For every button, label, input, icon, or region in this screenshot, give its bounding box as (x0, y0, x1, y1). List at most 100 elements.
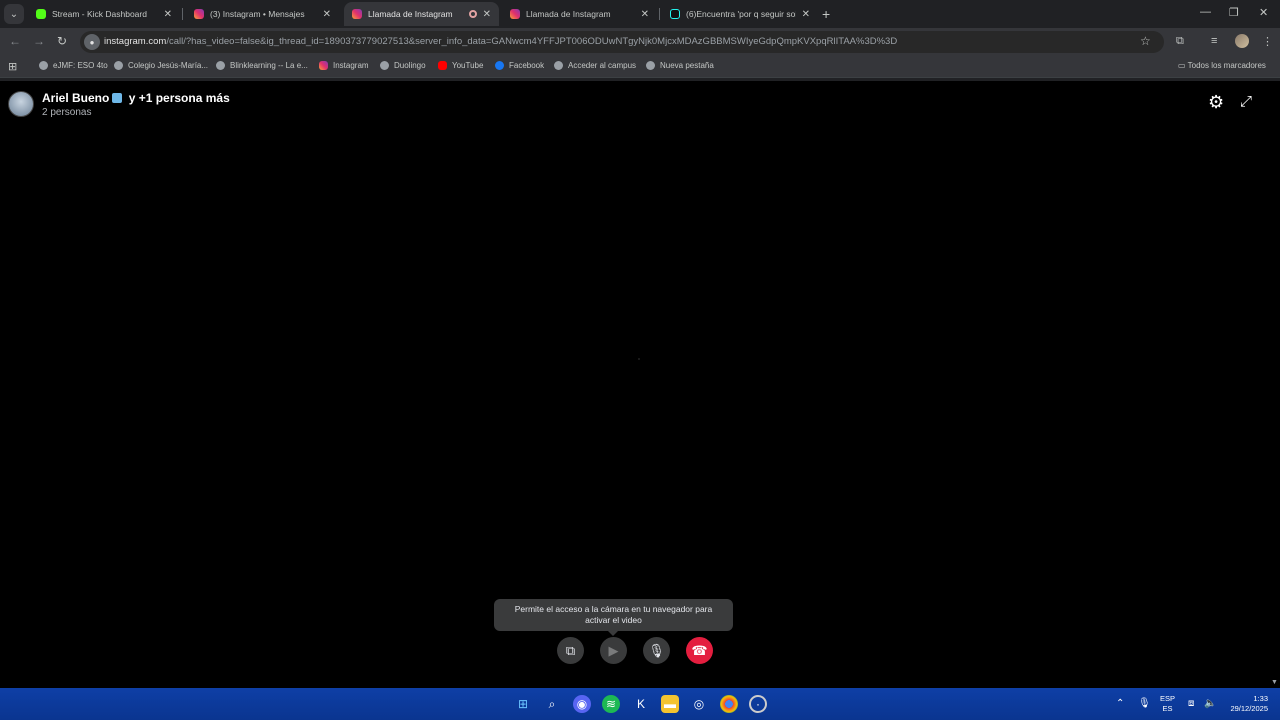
participant-count: 2 personas (42, 107, 92, 118)
tab-instagram-call[interactable]: Llamada de Instagram ✕ (502, 2, 657, 26)
tab-instagram-call-active[interactable]: Llamada de Instagram ✕ (344, 2, 499, 26)
recording-icon (468, 10, 477, 18)
bookmark-label: Duolingo (394, 61, 426, 70)
clock-time: 1:33 (1253, 694, 1268, 703)
globe-icon (114, 61, 123, 70)
system-clock[interactable]: 1:33 29/12/2025 (1222, 694, 1268, 714)
kick-app-icon[interactable]: K (632, 695, 650, 713)
cube-emoji-icon (112, 93, 123, 103)
youtube-icon (438, 61, 447, 70)
discord-icon[interactable]: ◉ (573, 695, 591, 713)
globe-icon (380, 61, 389, 70)
tab-search-chevron-icon[interactable]: ⌄ (4, 4, 24, 24)
bookmark-label: Colegio Jesús-María... (128, 61, 209, 70)
bookmark-label: Blinklearning -- La e... (230, 61, 308, 70)
instagram-icon (352, 9, 362, 19)
tab-separator (659, 8, 660, 20)
search-icon[interactable]: ⌕ (543, 695, 561, 713)
caller-name: Ariel Bueno (42, 91, 110, 105)
more-menu-icon[interactable]: ⋮ (1262, 35, 1273, 48)
chrome-icon[interactable] (720, 695, 738, 713)
bookmark-label: Nueva pestaña (660, 61, 714, 70)
microphone-button[interactable]: 🎙 (643, 637, 670, 664)
forward-arrow-icon[interactable]: → (33, 34, 45, 48)
scroll-down-arrow-icon[interactable]: ▼ (1271, 679, 1278, 686)
all-bookmarks-folder[interactable]: ▭ Todos los marcadores (1178, 61, 1266, 70)
tab-kick-dashboard[interactable]: Stream - Kick Dashboard ✕ (28, 2, 180, 26)
windows-start-icon[interactable]: ⊞ (514, 695, 532, 713)
globe-icon (554, 61, 563, 70)
close-icon[interactable]: ✕ (323, 9, 331, 20)
caller-suffix: y +1 persona más (128, 91, 230, 105)
screen-share-button[interactable]: ⧉ (557, 637, 584, 664)
bookmark-label: Acceder al campus (568, 61, 637, 70)
bookmark-youtube[interactable]: YouTube (438, 61, 483, 70)
facebook-icon (495, 61, 504, 70)
back-arrow-icon[interactable]: ← (9, 34, 21, 48)
fullscreen-expand-icon[interactable]: ⤢ (1240, 93, 1252, 110)
call-title: Ariel Bueno y +1 persona más (42, 91, 230, 105)
window-close-icon[interactable]: ✕ (1259, 6, 1268, 19)
instagram-icon (510, 9, 520, 19)
instagram-icon (319, 61, 328, 70)
spotify-icon[interactable]: ≋ (602, 695, 620, 713)
reload-icon[interactable]: ↻ (57, 34, 67, 48)
network-icon[interactable]: ⧈ (1188, 698, 1194, 709)
new-tab-plus-icon[interactable]: + (822, 6, 830, 22)
camera-off-icon: ▶ (608, 642, 619, 658)
bookmark-blinklearning[interactable]: Blinklearning -- La e... (216, 61, 308, 70)
settings-gear-icon[interactable]: ⚙ (1208, 92, 1224, 113)
tab-title: Stream - Kick Dashboard (52, 9, 147, 19)
clock-date: 29/12/2025 (1230, 704, 1268, 713)
url-host: instagram.com (104, 36, 167, 47)
close-icon[interactable]: ✕ (164, 9, 172, 20)
restore-icon[interactable]: ❐ (1229, 6, 1239, 19)
obs-icon[interactable]: ◎ (690, 695, 708, 713)
tab-separator (182, 8, 183, 20)
bookmark-new-tab[interactable]: Nueva pestaña (646, 61, 714, 70)
url-path: /call/?has_video=false&ig_thread_id=1890… (166, 36, 898, 47)
bookmark-ejmf[interactable]: eJMF: ESO 4to (39, 61, 108, 70)
close-icon[interactable]: ✕ (483, 9, 491, 20)
camera-off-button[interactable]: ▶ (600, 637, 627, 664)
bookmark-star-icon[interactable]: ☆ (1140, 34, 1151, 48)
close-icon[interactable]: ✕ (641, 9, 649, 20)
folder-icon: ▭ (1178, 61, 1188, 70)
bookmark-colegio[interactable]: Colegio Jesús-María... (114, 61, 208, 70)
kick-icon (36, 9, 46, 19)
end-call-button[interactable]: ☎ (686, 637, 713, 664)
minimize-icon[interactable]: — (1200, 6, 1211, 18)
tab-title: Llamada de Instagram (526, 9, 611, 19)
url-text[interactable]: instagram.com/call/?has_video=false&ig_t… (104, 36, 897, 47)
steam-icon[interactable]: · (749, 695, 767, 713)
extensions-puzzle-icon[interactable]: ⧉ (1176, 35, 1184, 48)
tray-mic-icon[interactable]: 🎙 (1138, 698, 1151, 709)
tooltip-text: Permite el acceso a la cámara en tu nave… (514, 604, 713, 625)
instagram-icon (194, 9, 204, 19)
input-language[interactable]: ESP ES (1160, 694, 1175, 714)
bookmark-campus[interactable]: Acceder al campus (554, 61, 636, 70)
bookmark-instagram[interactable]: Instagram (319, 61, 369, 70)
hang-up-icon: ☎ (691, 642, 708, 658)
globe-icon (216, 61, 225, 70)
address-bar[interactable]: ● instagram.com/call/?has_video=false&ig… (80, 31, 1164, 53)
close-icon[interactable]: ✕ (802, 9, 810, 20)
globe-icon (646, 61, 655, 70)
bookmark-duolingo[interactable]: Duolingo (380, 61, 426, 70)
site-info-mic-icon[interactable]: ● (84, 34, 100, 50)
tab-tiktok[interactable]: (6)Encuentra 'por q seguir solo ✕ (662, 2, 818, 26)
apps-grid-icon[interactable]: ⊞ (8, 60, 17, 73)
screen-share-icon: ⧉ (565, 642, 576, 658)
tray-chevron-up-icon[interactable]: ⌃ (1116, 698, 1124, 709)
media-queue-icon[interactable]: ≡ (1211, 35, 1217, 47)
tab-instagram-messages[interactable]: (3) Instagram • Mensajes ✕ (186, 2, 339, 26)
loading-dot (638, 358, 640, 360)
bookmark-facebook[interactable]: Facebook (495, 61, 544, 70)
profile-avatar[interactable] (1235, 34, 1249, 48)
volume-icon[interactable]: 🔈 (1204, 698, 1216, 709)
lang-bottom: ES (1162, 704, 1173, 713)
globe-icon (39, 61, 48, 70)
tab-title: (6)Encuentra 'por q seguir solo (686, 9, 796, 19)
file-explorer-icon[interactable]: ▬ (661, 695, 679, 713)
bookmarks-bar: ⊞ eJMF: ESO 4to Colegio Jesús-María... B… (0, 56, 1280, 78)
